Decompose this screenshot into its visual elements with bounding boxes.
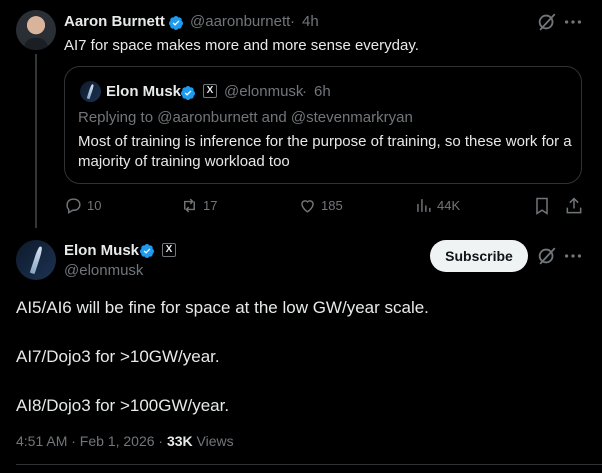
reply-icon <box>66 198 81 214</box>
replying-to-line: Replying to @aaronburnett and @stevenmar… <box>78 109 413 126</box>
quoted-text: Most of training is inference for the pu… <box>78 133 572 170</box>
quoted-dot: · <box>302 83 307 100</box>
more-icon[interactable] <box>562 11 584 33</box>
verified-badge-icon <box>168 16 183 30</box>
thread-line <box>35 54 37 228</box>
reply-author-handle[interactable]: @aaronburnett <box>190 13 290 30</box>
post-meta: 4:51 AM · Feb 1, 2026 · 33K Views <box>16 433 234 449</box>
main-author-handle[interactable]: @elonmusk <box>64 262 143 279</box>
repost-count: 17 <box>203 198 218 213</box>
like-action[interactable]: 185 <box>298 196 343 215</box>
repost-icon <box>184 198 195 213</box>
quoted-author-name[interactable]: Elon Musk <box>106 83 181 100</box>
main-author-name[interactable]: Elon Musk <box>64 242 139 259</box>
views-action[interactable]: 44K <box>414 196 460 215</box>
main-post-line-1: AI5/AI6 will be fine for space at the lo… <box>16 298 429 317</box>
views-icon <box>417 199 431 212</box>
verified-badge-icon <box>180 86 195 100</box>
avatar-elon-small[interactable] <box>80 81 101 102</box>
bookmark-icon[interactable] <box>532 196 552 216</box>
grok-icon[interactable] <box>536 245 558 267</box>
share-icon[interactable] <box>564 196 584 216</box>
more-icon[interactable] <box>562 245 584 267</box>
divider <box>16 464 602 465</box>
replying-handle-2[interactable]: @stevenmarkryan <box>291 109 413 126</box>
main-post-line-2: AI7/Dojo3 for >10GW/year. <box>16 347 220 366</box>
x-logo-icon: X <box>203 84 217 98</box>
post-views-count: 33K <box>166 433 193 449</box>
x-logo-icon: X <box>162 243 176 257</box>
quoted-author-handle[interactable]: @elonmusk <box>224 83 303 100</box>
avatar-elon-main[interactable] <box>16 240 56 280</box>
reply-text: AI7 for space makes more and more sense … <box>64 37 419 54</box>
repost-action[interactable]: 17 <box>180 196 217 215</box>
avatar-aaron[interactable] <box>16 10 56 50</box>
replying-and: and <box>257 109 291 126</box>
like-icon <box>301 200 314 213</box>
replying-handle-1[interactable]: @aaronburnett <box>157 109 257 126</box>
reply-count: 10 <box>87 198 102 213</box>
like-count: 185 <box>321 198 343 213</box>
reply-action[interactable]: 10 <box>64 196 101 215</box>
post-views-label: Views <box>192 433 234 449</box>
verified-badge-icon <box>139 244 154 258</box>
grok-icon[interactable] <box>536 11 558 33</box>
reply-time[interactable]: 4h <box>302 13 319 30</box>
main-post-line-3: AI8/Dojo3 for >100GW/year. <box>16 396 230 415</box>
views-count: 44K <box>437 198 461 213</box>
reply-author-name[interactable]: Aaron Burnett <box>64 13 165 30</box>
quoted-time[interactable]: 6h <box>314 83 331 100</box>
post-timestamp[interactable]: 4:51 AM · Feb 1, 2026 · <box>16 433 167 449</box>
reply-dot: · <box>290 13 295 30</box>
replying-prefix: Replying to <box>78 109 158 126</box>
subscribe-button[interactable]: Subscribe <box>430 240 528 272</box>
